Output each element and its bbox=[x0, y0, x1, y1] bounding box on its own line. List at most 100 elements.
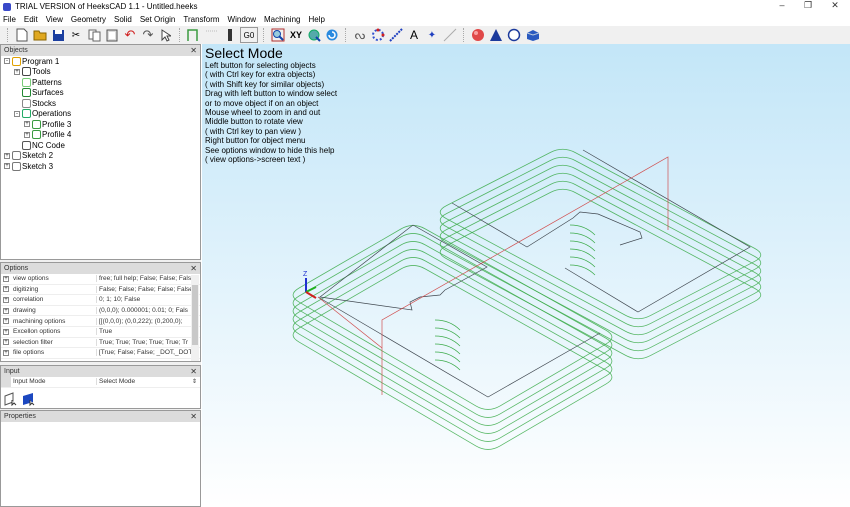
option-value[interactable]: [[(0,0,0); (0,0,222); (0,200,0); bbox=[96, 317, 191, 325]
close-icon[interactable]: ✕ bbox=[190, 264, 197, 273]
tree-item[interactable]: + Sketch 3 bbox=[4, 161, 53, 171]
tree-item-label: Patterns bbox=[32, 77, 62, 87]
tree-item[interactable]: + Profile 4 bbox=[24, 130, 71, 140]
menu-solid[interactable]: Solid bbox=[114, 15, 132, 24]
pocket-icon[interactable] bbox=[204, 27, 220, 43]
menu-window[interactable]: Window bbox=[228, 15, 256, 24]
new-file-icon[interactable] bbox=[14, 27, 30, 43]
option-row[interactable]: + view options free; full help; False; Fal… bbox=[1, 274, 200, 285]
expander-icon[interactable]: + bbox=[4, 163, 10, 169]
menu-view[interactable]: View bbox=[46, 15, 63, 24]
restore-button[interactable]: ❐ bbox=[798, 0, 818, 11]
select-solid-window-icon[interactable] bbox=[22, 392, 36, 408]
fit-view-icon[interactable] bbox=[306, 27, 322, 43]
text-icon[interactable]: A bbox=[406, 27, 422, 43]
expand-icon[interactable]: + bbox=[1, 318, 11, 325]
tree-item[interactable]: Surfaces bbox=[14, 88, 64, 98]
undo-icon[interactable]: ↶ bbox=[122, 27, 138, 43]
menu-file[interactable]: File bbox=[3, 15, 16, 24]
tree-item[interactable]: + Tools bbox=[14, 67, 51, 77]
circle-icon[interactable] bbox=[370, 27, 386, 43]
cuboid-icon[interactable] bbox=[524, 27, 540, 43]
expander-icon[interactable]: + bbox=[4, 152, 10, 159]
option-row[interactable]: + correlation 0; 1; 10; False bbox=[1, 295, 200, 306]
g0-icon[interactable]: G0 bbox=[240, 27, 258, 43]
point-icon[interactable]: ✦ bbox=[424, 27, 440, 43]
tree-item[interactable]: - Operations bbox=[14, 109, 71, 119]
option-value[interactable]: False; False; False; False; False bbox=[96, 285, 191, 293]
input-mode-value[interactable]: Select Mode bbox=[96, 378, 192, 386]
select-window-icon[interactable] bbox=[4, 391, 18, 408]
close-icon[interactable]: ✕ bbox=[190, 367, 197, 376]
menu-set-origin[interactable]: Set Origin bbox=[140, 15, 176, 24]
close-icon[interactable]: ✕ bbox=[190, 46, 197, 55]
expander-icon[interactable]: + bbox=[24, 131, 30, 138]
view-zoom-icon[interactable] bbox=[270, 27, 286, 43]
minimize-button[interactable]: – bbox=[772, 0, 792, 10]
save-icon[interactable] bbox=[50, 27, 66, 43]
expander-icon[interactable]: + bbox=[14, 68, 20, 75]
tree-item[interactable]: Patterns bbox=[14, 77, 62, 87]
redo-icon[interactable]: ↷ bbox=[140, 27, 156, 43]
toolbar-grip[interactable] bbox=[7, 28, 11, 42]
menu-geometry[interactable]: Geometry bbox=[71, 15, 106, 24]
option-value[interactable]: [True; False; False; _DOT,_DOT bbox=[96, 349, 191, 357]
tree-item[interactable]: + Sketch 2 bbox=[4, 151, 53, 161]
toolbar-separator bbox=[463, 28, 467, 42]
sketch-icon[interactable]: ᔓ bbox=[352, 27, 368, 43]
copy-icon[interactable] bbox=[86, 27, 102, 43]
option-row[interactable]: + drawing (0,0,0); 0.000001; 0.01; 0; Fals bbox=[1, 306, 200, 317]
help-lines: Left button for selecting objects( with … bbox=[205, 61, 337, 164]
cut-icon[interactable]: ✂ bbox=[68, 27, 84, 43]
option-row[interactable]: + digitizing False; False; False; False; F… bbox=[1, 285, 200, 296]
expand-icon[interactable]: + bbox=[1, 349, 11, 356]
tree-item[interactable]: NC Code bbox=[14, 140, 65, 150]
expand-icon[interactable]: + bbox=[1, 275, 11, 282]
menu-help[interactable]: Help bbox=[308, 15, 324, 24]
expand-icon[interactable]: + bbox=[1, 286, 11, 293]
expand-icon[interactable]: + bbox=[1, 307, 11, 314]
select-pointer-icon[interactable] bbox=[158, 27, 174, 43]
tree-item[interactable]: - Program 1 bbox=[4, 56, 59, 66]
options-scrollbar[interactable] bbox=[191, 275, 199, 361]
option-row[interactable]: + machining options [[(0,0,0); (0,0,222); … bbox=[1, 316, 200, 327]
drill-icon[interactable] bbox=[222, 27, 238, 43]
option-value[interactable]: (0,0,0); 0.000001; 0.01; 0; Fals bbox=[96, 307, 191, 315]
3d-viewport[interactable]: Z Select Mode Left button for selecting … bbox=[202, 44, 850, 507]
spin-icon[interactable]: ⇕ bbox=[192, 378, 200, 385]
expand-icon[interactable]: + bbox=[1, 296, 11, 303]
input-mode-row[interactable]: Input Mode Select Mode ⇕ bbox=[1, 376, 200, 388]
tree-item[interactable]: Stocks bbox=[14, 98, 56, 108]
expand-icon[interactable]: + bbox=[1, 339, 11, 346]
option-row[interactable]: + selection filter True; True; True; True;… bbox=[1, 338, 200, 349]
tree-item-label: NC Code bbox=[32, 140, 65, 150]
option-value[interactable]: free; full help; False; False; Fals bbox=[96, 275, 191, 283]
cylinder-icon[interactable] bbox=[506, 27, 522, 43]
profile-icon[interactable] bbox=[186, 27, 202, 43]
option-row[interactable]: + Excellon options True bbox=[1, 327, 200, 338]
line-icon[interactable] bbox=[388, 27, 404, 43]
cone-icon[interactable] bbox=[488, 27, 504, 43]
scrollbar-thumb[interactable] bbox=[192, 285, 198, 345]
paste-icon[interactable] bbox=[104, 27, 120, 43]
close-button[interactable]: ✕ bbox=[825, 0, 845, 11]
option-value[interactable]: True; True; True; True; True; Tr bbox=[96, 338, 191, 346]
sphere-icon[interactable] bbox=[470, 27, 486, 43]
expander-icon[interactable]: - bbox=[14, 110, 20, 117]
tree-item[interactable]: + Profile 3 bbox=[24, 119, 71, 129]
menu-machining[interactable]: Machining bbox=[264, 15, 300, 24]
xy-view-icon[interactable]: XY bbox=[288, 27, 304, 43]
expander-icon[interactable]: + bbox=[24, 121, 30, 127]
infinite-line-icon[interactable] bbox=[442, 27, 458, 43]
rotate-view-icon[interactable] bbox=[324, 27, 340, 43]
options-grid: + view options free; full help; False; Fal… bbox=[1, 274, 200, 359]
expand-icon[interactable]: + bbox=[1, 328, 11, 335]
close-icon[interactable]: ✕ bbox=[190, 412, 197, 421]
option-value[interactable]: True bbox=[96, 328, 191, 336]
expander-icon[interactable]: - bbox=[4, 58, 10, 64]
option-row[interactable]: + file options [True; False; False; _DOT,_… bbox=[1, 348, 200, 359]
open-folder-icon[interactable] bbox=[32, 27, 48, 43]
option-value[interactable]: 0; 1; 10; False bbox=[96, 296, 191, 304]
menu-edit[interactable]: Edit bbox=[24, 15, 38, 24]
menu-transform[interactable]: Transform bbox=[183, 15, 219, 24]
